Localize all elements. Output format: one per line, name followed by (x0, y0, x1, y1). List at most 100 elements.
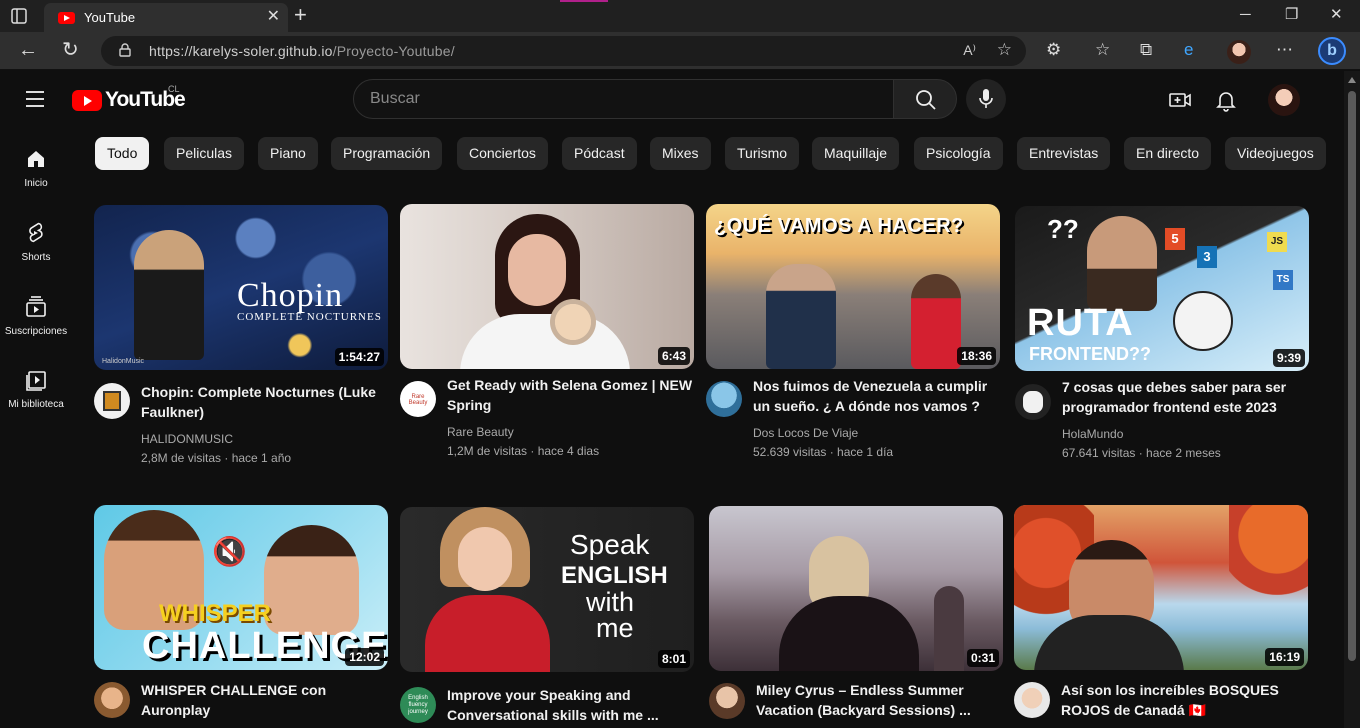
user-avatar[interactable] (1268, 84, 1300, 116)
css3-icon: 3 (1197, 246, 1217, 268)
thumbnail-background-figure (934, 586, 964, 671)
chip-mixes[interactable]: Mixes (650, 137, 711, 170)
video-title[interactable]: Miley Cyrus – Endless Summer Vacation (B… (756, 680, 1006, 720)
video-thumbnail[interactable]: Chopin COMPLETE NOCTURNES HalidonMusic 1… (94, 205, 388, 370)
scroll-up-icon[interactable] (1348, 77, 1356, 83)
bing-icon[interactable]: b (1318, 37, 1346, 65)
scrollbar-thumb[interactable] (1348, 91, 1356, 661)
chip-conciertos[interactable]: Conciertos (457, 137, 548, 170)
chip-todo[interactable]: Todo (95, 137, 150, 170)
video-duration: 0:31 (966, 649, 999, 667)
chip-entrevistas[interactable]: Entrevistas (1017, 137, 1111, 170)
add-favorite-icon[interactable]: ☆ (997, 40, 1012, 60)
channel-name[interactable]: Dos Locos De Viaje (753, 426, 858, 440)
library-icon (26, 371, 46, 391)
channel-avatar[interactable]: Rare Beauty (400, 381, 436, 417)
chip-psicologia[interactable]: Psicología (914, 137, 1003, 170)
video-title[interactable]: 7 cosas que debes saber para ser program… (1062, 377, 1312, 417)
chip-piano[interactable]: Piano (258, 137, 318, 170)
guide-item-biblioteca[interactable]: Mi biblioteca (0, 349, 72, 419)
edge-icon[interactable]: e (1184, 40, 1193, 60)
back-icon[interactable]: ← (18, 39, 38, 61)
thumbnail-line-4: me (596, 613, 634, 643)
video-thumbnail[interactable]: 16:19 (1014, 505, 1308, 670)
chip-podcast[interactable]: Pódcast (562, 137, 637, 170)
url-host: https://karelys-soler.github.io (149, 43, 333, 59)
video-duration: 16:19 (1265, 648, 1304, 666)
channel-avatar[interactable] (1014, 682, 1050, 718)
close-tab-icon[interactable]: ✕ (267, 8, 280, 26)
notifications-icon[interactable] (1214, 88, 1238, 112)
thumbnail-question: ?? (1047, 214, 1079, 244)
thumbnail-person-2 (911, 274, 961, 369)
url-text: https://karelys-soler.github.io/Proyecto… (149, 43, 455, 59)
chip-en-directo[interactable]: En directo (1124, 137, 1212, 170)
channel-avatar[interactable] (1015, 384, 1051, 420)
minimize-icon[interactable]: ─ (1240, 6, 1251, 24)
channel-logo-icon (1023, 391, 1043, 413)
search-button[interactable] (893, 79, 957, 119)
guide-item-suscripciones[interactable]: Suscripciones (0, 275, 72, 345)
read-aloud-icon[interactable]: A⁾ (963, 42, 976, 59)
voice-search-button[interactable] (966, 79, 1006, 119)
channel-avatar[interactable] (94, 383, 130, 419)
chip-turismo[interactable]: Turismo (725, 137, 800, 170)
chip-maquillaje[interactable]: Maquillaje (812, 137, 900, 170)
page-scrollbar[interactable] (1344, 71, 1360, 728)
search-icon (916, 90, 936, 110)
video-title[interactable]: Get Ready with Selena Gomez | NEW Spring (447, 375, 697, 415)
thumbnail-face (508, 234, 566, 306)
channel-avatar[interactable] (709, 683, 745, 719)
create-video-icon[interactable] (1168, 88, 1192, 112)
thumbnail-tag: HalidonMusic (102, 358, 145, 365)
collections-icon[interactable]: ⧉ (1140, 40, 1152, 60)
video-title[interactable]: WHISPER CHALLENGE con Auronplay (141, 680, 391, 720)
video-duration: 8:01 (657, 650, 690, 668)
typescript-icon: TS (1273, 270, 1293, 290)
channel-name[interactable]: HolaMundo (1062, 427, 1123, 441)
video-duration: 18:36 (957, 347, 996, 365)
restore-icon[interactable]: ❐ (1285, 6, 1298, 24)
refresh-icon[interactable]: ↻ (62, 39, 79, 61)
guide-item-inicio[interactable]: Inicio (0, 127, 72, 197)
chip-peliculas[interactable]: Peliculas (164, 137, 245, 170)
guide-label: Inicio (24, 178, 48, 189)
thumbnail-meme-face (1173, 291, 1233, 351)
guide-item-shorts[interactable]: Shorts (0, 201, 72, 271)
menu-icon[interactable] (26, 91, 44, 112)
channel-avatar[interactable]: English fluency journey (400, 687, 436, 723)
favorites-icon[interactable]: ☆ (1095, 40, 1110, 60)
new-tab-icon[interactable]: + (294, 3, 307, 27)
video-meta: 52.639 visitas · hace 1 día (753, 445, 894, 459)
video-thumbnail[interactable]: ¿QUÉ VAMOS A HACER? 18:36 (706, 204, 1000, 369)
search-input[interactable] (354, 80, 893, 118)
channel-avatar[interactable] (706, 381, 742, 417)
channel-avatar[interactable] (94, 682, 130, 718)
browser-tab[interactable]: YouTube ✕ (44, 3, 288, 32)
video-thumbnail[interactable]: 0:31 (709, 506, 1003, 671)
video-title[interactable]: Nos fuimos de Venezuela a cumplir un sue… (753, 376, 1003, 416)
tab-actions-icon[interactable] (10, 7, 28, 25)
video-thumbnail[interactable]: 6:43 (400, 204, 694, 369)
video-thumbnail[interactable]: 🔇 WHISPER CHALLENGE 12:02 (94, 505, 388, 670)
extensions-icon[interactable]: ⚙ (1046, 40, 1061, 60)
video-thumbnail[interactable]: ?? 5 3 JS TS RUTA FRONTEND?? 9:39 (1015, 206, 1309, 371)
shorts-icon (29, 222, 43, 243)
video-title[interactable]: Improve your Speaking and Conversational… (447, 685, 697, 725)
chip-videojuegos[interactable]: Videojuegos (1225, 137, 1326, 170)
chip-programacion[interactable]: Programación (331, 137, 443, 170)
more-options-icon[interactable]: ⋯ (1276, 40, 1293, 60)
address-bar[interactable]: https://karelys-soler.github.io/Proyecto… (101, 36, 1026, 66)
video-title[interactable]: Así son los increíbles BOSQUES ROJOS de … (1061, 680, 1311, 720)
close-window-icon[interactable]: ✕ (1330, 6, 1343, 24)
channel-name[interactable]: Rare Beauty (447, 425, 514, 439)
channel-avatar-text: Rare Beauty (408, 394, 428, 406)
browser-titlebar: YouTube ✕ + ─ ❐ ✕ (0, 0, 1360, 32)
thumbnail-line-2: ENGLISH (561, 562, 668, 589)
browser-profile-avatar[interactable] (1227, 40, 1251, 64)
video-title[interactable]: Chopin: Complete Nocturnes (Luke Faulkne… (141, 382, 391, 422)
channel-name[interactable]: HALIDONMUSIC (141, 432, 233, 446)
video-thumbnail[interactable]: Speak ENGLISH with me 8:01 (400, 507, 694, 672)
thumbnail-face (458, 527, 512, 591)
country-code: CL (168, 84, 180, 94)
